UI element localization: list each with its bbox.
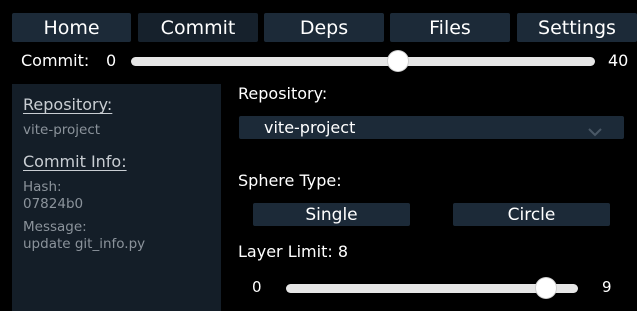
commit-info-panel: Repository: vite-project Commit Info: Ha… <box>12 84 221 311</box>
layer-limit-label: Layer Limit: 8 <box>238 242 349 261</box>
chevron-down-icon <box>588 122 602 141</box>
tab-settings[interactable]: Settings <box>517 13 637 42</box>
layer-slider-min: 0 <box>252 278 262 296</box>
commit-slider-max: 40 <box>608 51 629 70</box>
tab-commit[interactable]: Commit <box>138 13 258 42</box>
layer-slider-handle[interactable] <box>535 278 556 298</box>
commit-slider-min: 0 <box>106 51 117 70</box>
layer-slider-row: 0 9 <box>239 276 624 302</box>
sphere-type-label: Sphere Type: <box>238 171 342 190</box>
commit-slider-handle[interactable] <box>387 51 408 71</box>
repository-field-label: Repository: <box>238 84 328 103</box>
layer-slider-max: 9 <box>602 278 612 296</box>
repository-select[interactable]: vite-project <box>239 116 624 139</box>
tab-deps[interactable]: Deps <box>264 13 384 42</box>
repository-name: vite-project <box>23 122 101 138</box>
message-value: update git_info.py <box>23 236 146 252</box>
hash-label: Hash: <box>23 179 62 195</box>
tab-home[interactable]: Home <box>12 13 131 42</box>
sphere-circle-button[interactable]: Circle <box>453 203 610 226</box>
repository-select-value: vite-project <box>264 118 356 137</box>
sphere-single-button[interactable]: Single <box>253 203 410 226</box>
layer-slider-track[interactable] <box>286 278 578 298</box>
commit-slider-label: Commit: <box>21 51 90 70</box>
commit-slider-row: Commit: 0 40 <box>0 48 637 76</box>
commit-info-heading: Commit Info: <box>23 152 127 171</box>
commit-slider-track[interactable] <box>131 51 595 71</box>
repository-heading: Repository: <box>23 95 113 114</box>
tab-files[interactable]: Files <box>390 13 510 42</box>
message-label: Message: <box>23 219 87 235</box>
hash-value: 07824b0 <box>23 196 84 212</box>
